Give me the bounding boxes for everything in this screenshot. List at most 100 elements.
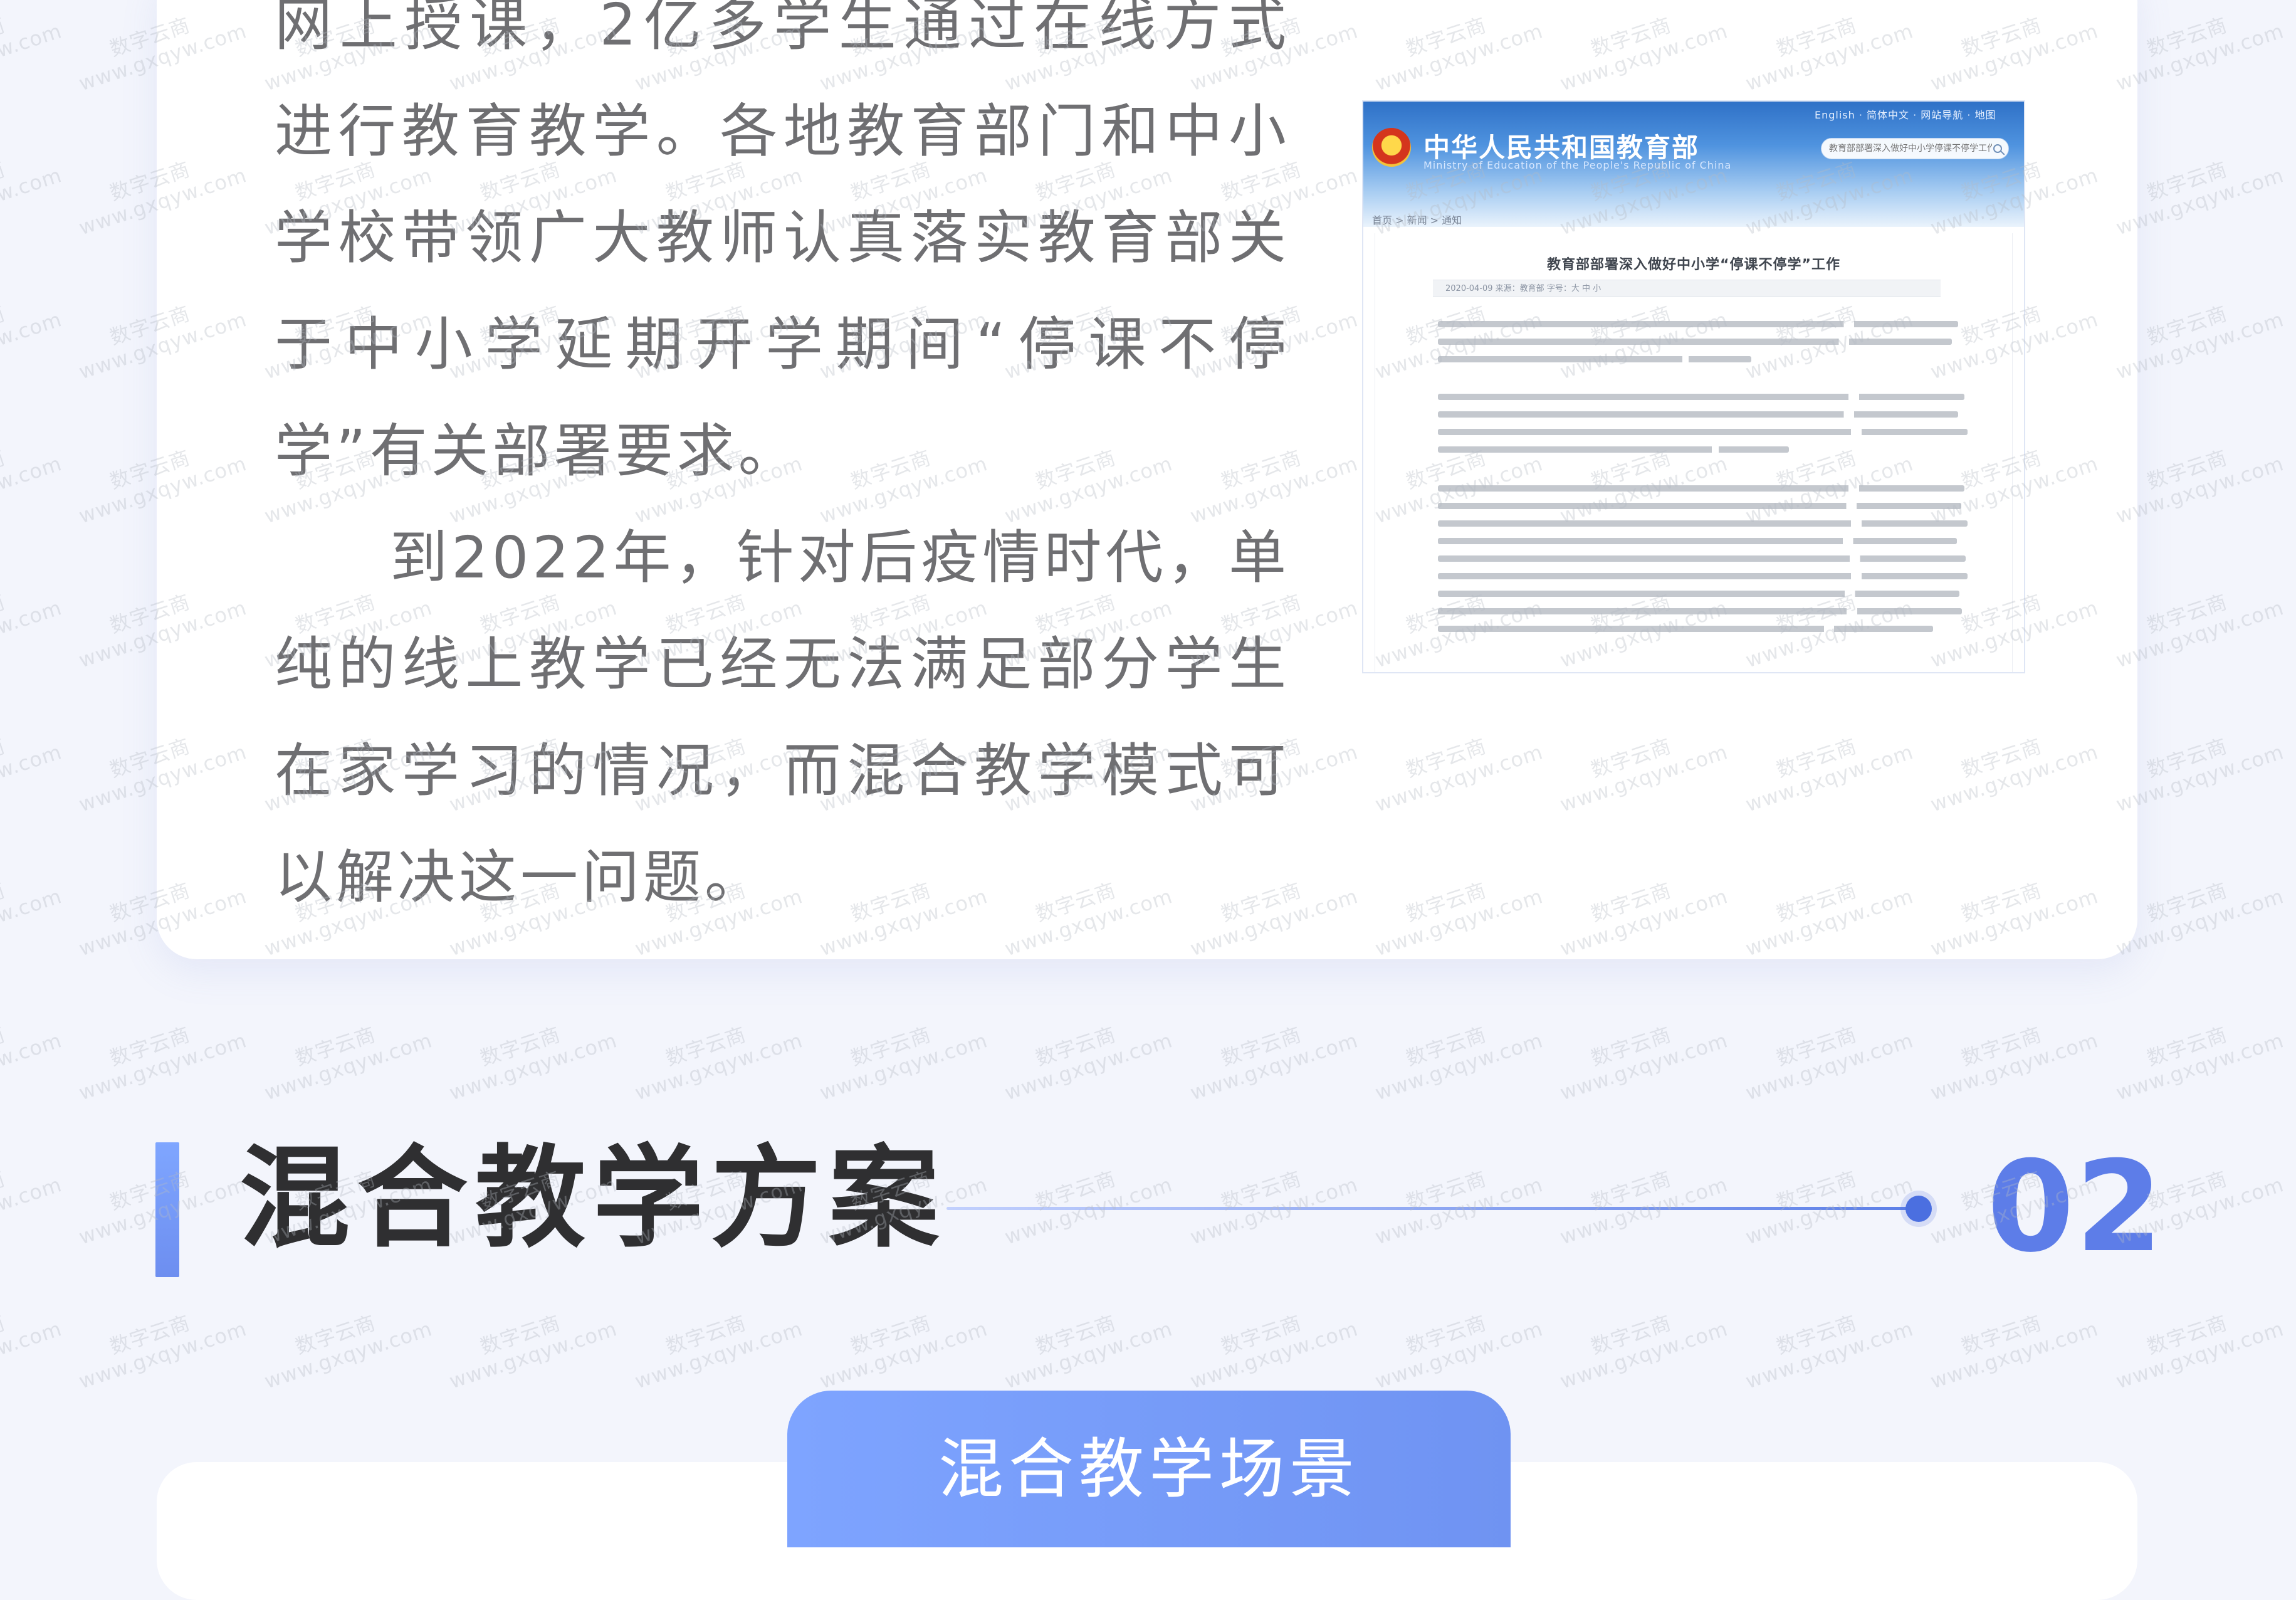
- watermark-item: 数字云商www.gxqyw.com: [2291, 1011, 2296, 1105]
- document-body-line: [1438, 555, 1966, 562]
- watermark-line-2: www.gxqyw.com: [446, 1028, 621, 1105]
- watermark-line-1: 数字云商: [1773, 1310, 1860, 1359]
- document-search-input[interactable]: [1828, 143, 1993, 154]
- document-body-line: [1438, 429, 1968, 435]
- mixed-teaching-scene-tab[interactable]: 混合教学场景: [787, 1391, 1511, 1547]
- watermark-line-2: www.gxqyw.com: [76, 1028, 250, 1105]
- watermark-line-1: 数字云商: [0, 445, 8, 494]
- watermark-item: 数字云商www.gxqyw.com: [1180, 1299, 1361, 1393]
- watermark-line-2: www.gxqyw.com: [261, 1028, 435, 1105]
- document-search-box[interactable]: [1821, 138, 2009, 159]
- document-body-line: [1438, 446, 1789, 453]
- watermark-line-1: 数字云商: [1403, 1022, 1489, 1071]
- watermark-item: 数字云商www.gxqyw.com: [69, 1155, 249, 1249]
- document-body-line: [1438, 339, 1952, 345]
- search-icon[interactable]: [1993, 144, 2002, 153]
- article-paragraph-2: 到2022年，针对后疫情时代，单纯的线上教学已经无法满足部分学生在家学习的情况，…: [275, 524, 1290, 911]
- watermark-line-2: www.gxqyw.com: [0, 451, 65, 529]
- watermark-line-2: www.gxqyw.com: [2112, 1316, 2287, 1394]
- watermark-item: 数字云商www.gxqyw.com: [1736, 1299, 1916, 1394]
- watermark-item: 数字云商www.gxqyw.com: [995, 1011, 1176, 1105]
- watermark-line-2: www.gxqyw.com: [1187, 1028, 1361, 1105]
- watermark-item: 数字云商www.gxqyw.com: [2291, 866, 2296, 961]
- document-site-subtitle: Ministry of Education of the People's Re…: [1423, 159, 1732, 171]
- watermark-line-1: 数字云商: [2291, 1, 2296, 73]
- watermark-item: 数字云商www.gxqyw.com: [1550, 1011, 1731, 1105]
- watermark-item: 数字云商www.gxqyw.com: [2105, 1299, 2287, 1394]
- watermark-line-1: 数字云商: [0, 157, 8, 206]
- watermark-item: 数字云商www.gxqyw.com: [2291, 1299, 2296, 1393]
- section-accent-bar: [155, 1142, 179, 1277]
- watermark-line-2: www.gxqyw.com: [1742, 1316, 1916, 1394]
- watermark-item: 数字云商www.gxqyw.com: [1365, 1299, 1546, 1393]
- article-paragraph-1: 网上授课，2亿多学生通过在线方式进行教育教学。各地教育部门和中小学校带领广大教师…: [275, 0, 1290, 485]
- document-body-line: [1438, 321, 1958, 327]
- section-divider-dot: [1905, 1196, 1932, 1222]
- watermark-line-1: 数字云商: [2144, 1022, 2230, 1071]
- document-body-line: [1438, 394, 1964, 400]
- watermark-line-2: www.gxqyw.com: [631, 1028, 805, 1105]
- watermark-line-2: www.gxqyw.com: [0, 1028, 65, 1105]
- watermark-line-1: 数字云商: [1588, 1310, 1675, 1359]
- watermark-line-1: 数字云商: [477, 1022, 564, 1071]
- watermark-item: 数字云商www.gxqyw.com: [1736, 1155, 1916, 1249]
- watermark-line-1: 数字云商: [1588, 1022, 1675, 1071]
- watermark-item: 数字云商www.gxqyw.com: [1550, 1299, 1731, 1394]
- watermark-item: 数字云商www.gxqyw.com: [0, 290, 65, 384]
- document-preview-frame: English · 简体中文 · 网站导航 · 地图 中华人民共和国教育部 Mi…: [1362, 100, 2025, 673]
- watermark-line-2: www.gxqyw.com: [1187, 1172, 1361, 1250]
- document-body-line: [1438, 411, 1958, 418]
- watermark-line-1: 数字云商: [1773, 1166, 1860, 1215]
- watermark-line-1: 数字云商: [0, 13, 8, 61]
- watermark-item: 数字云商www.gxqyw.com: [0, 145, 65, 240]
- watermark-item: 数字云商www.gxqyw.com: [2291, 1155, 2296, 1249]
- watermark-line-1: 数字云商: [1958, 1310, 2045, 1359]
- watermark-line-2: www.gxqyw.com: [1557, 1172, 1731, 1250]
- document-body-line: [1438, 626, 1933, 632]
- watermark-line-1: 数字云商: [2291, 290, 2296, 362]
- watermark-line-1: 数字云商: [2291, 1155, 2296, 1227]
- watermark-line-2: www.gxqyw.com: [76, 1316, 250, 1394]
- watermark-line-2: www.gxqyw.com: [1372, 1028, 1546, 1105]
- watermark-line-1: 数字云商: [847, 1022, 934, 1071]
- watermark-line-1: 数字云商: [1403, 1166, 1489, 1215]
- section-divider-line: [946, 1207, 1921, 1210]
- watermark-line-1: 数字云商: [2291, 722, 2296, 794]
- watermark-item: 数字云商www.gxqyw.com: [2291, 1, 2296, 95]
- watermark-line-2: www.gxqyw.com: [0, 162, 65, 240]
- watermark-item: 数字云商www.gxqyw.com: [254, 1011, 435, 1105]
- watermark-item: 数字云商www.gxqyw.com: [2105, 1011, 2287, 1105]
- watermark-line-1: 数字云商: [1032, 1310, 1119, 1359]
- watermark-item: 数字云商www.gxqyw.com: [0, 434, 65, 529]
- watermark-line-1: 数字云商: [477, 1310, 564, 1359]
- watermark-item: 数字云商www.gxqyw.com: [69, 1011, 250, 1105]
- watermark-line-2: www.gxqyw.com: [0, 883, 65, 961]
- watermark-item: 数字云商www.gxqyw.com: [1180, 1011, 1361, 1105]
- watermark-item: 数字云商www.gxqyw.com: [1736, 1011, 1916, 1105]
- watermark-item: 数字云商www.gxqyw.com: [254, 1299, 435, 1393]
- watermark-item: 数字云商www.gxqyw.com: [810, 1011, 990, 1105]
- watermark-line-1: 数字云商: [2291, 434, 2296, 506]
- watermark-line-1: 数字云商: [0, 878, 8, 927]
- watermark-line-2: www.gxqyw.com: [1927, 1316, 2102, 1394]
- watermark-line-2: www.gxqyw.com: [631, 1316, 805, 1394]
- watermark-line-2: www.gxqyw.com: [1002, 1028, 1176, 1105]
- national-emblem-icon: [1372, 128, 1411, 167]
- watermark-line-1: 数字云商: [663, 1022, 749, 1071]
- watermark-item: 数字云商www.gxqyw.com: [1180, 1155, 1361, 1250]
- watermark-item: 数字云商www.gxqyw.com: [995, 1155, 1175, 1249]
- watermark-line-1: 数字云商: [0, 734, 8, 782]
- watermark-line-1: 数字云商: [2291, 1299, 2296, 1371]
- watermark-item: 数字云商www.gxqyw.com: [810, 1299, 990, 1393]
- watermark-line-2: www.gxqyw.com: [2112, 1028, 2287, 1105]
- watermark-line-1: 数字云商: [107, 1310, 194, 1359]
- watermark-item: 数字云商www.gxqyw.com: [1921, 1011, 2101, 1105]
- watermark-line-1: 数字云商: [0, 301, 8, 350]
- watermark-line-1: 数字云商: [847, 1310, 934, 1359]
- watermark-row: 数字云商 www.gxqyw.com 数字云商 www.gxqyw.com 数字云商…: [0, 1310, 2296, 1393]
- document-body-line: [1438, 485, 1964, 492]
- document-body-line: [1438, 503, 1961, 509]
- watermark-line-2: www.gxqyw.com: [1557, 1316, 1731, 1394]
- document-body-line: [1438, 538, 1957, 544]
- watermark-line-2: www.gxqyw.com: [446, 1316, 621, 1394]
